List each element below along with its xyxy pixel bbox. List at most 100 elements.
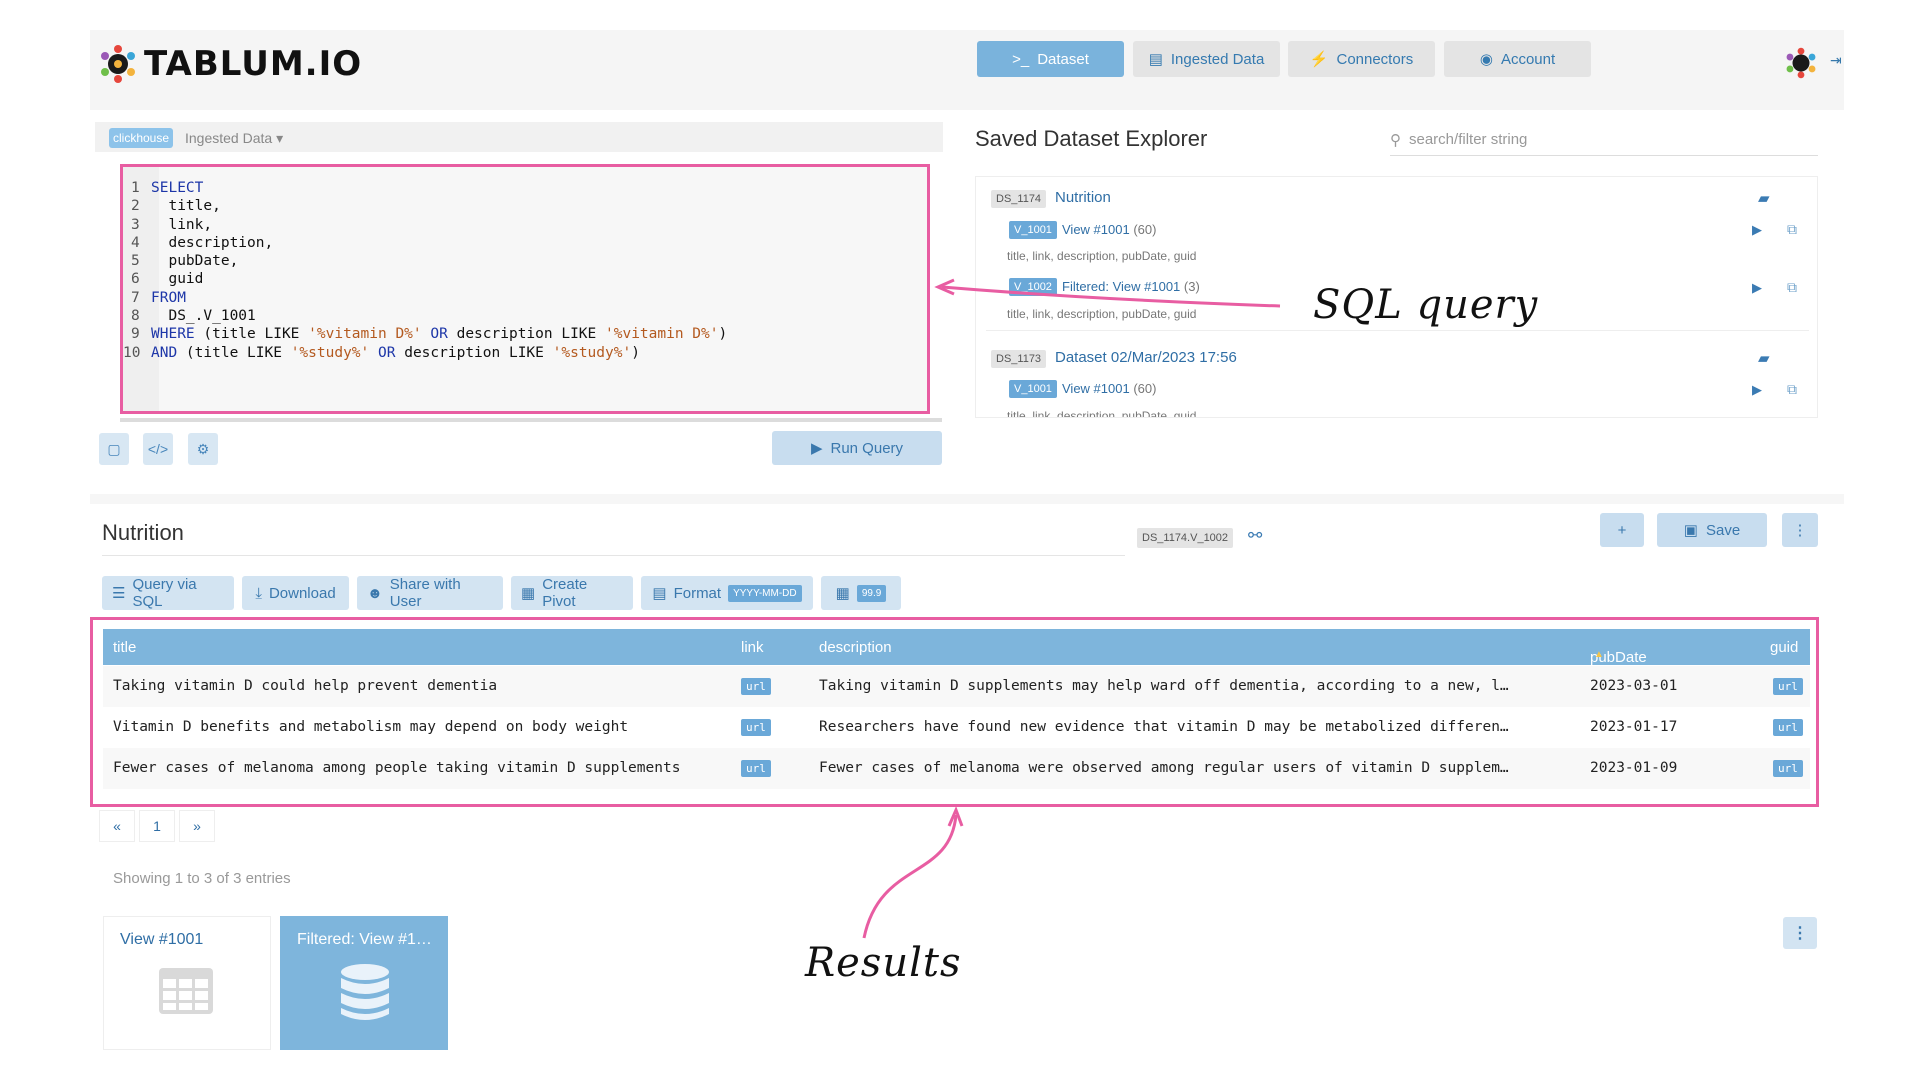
database-icon: ☰ — [112, 585, 126, 602]
dataset-tag: DS_1173 — [991, 350, 1047, 368]
explorer-search[interactable]: ⚲ search/filter string — [1390, 124, 1818, 156]
nav-account-button[interactable]: ◉ Account — [1444, 41, 1591, 77]
divider — [986, 330, 1809, 331]
view-name-text: Filtered: View #1001 — [1062, 279, 1181, 294]
view-columns: title, link, description, pubDate, guid — [1007, 409, 1197, 418]
create-pivot-button[interactable]: ▦ Create Pivot — [511, 576, 633, 610]
add-button[interactable]: + — [1600, 513, 1644, 547]
run-query-button[interactable]: ▶ Run Query — [772, 431, 942, 465]
view-name[interactable]: View #1001 (60) — [1062, 222, 1156, 237]
view-tag: V_1001 — [1009, 221, 1057, 239]
copy-icon[interactable]: ⧉ — [1787, 221, 1797, 238]
brand-logo[interactable]: TABLUM.IO — [98, 44, 362, 84]
folder-icon[interactable]: ▰ — [1758, 349, 1770, 367]
play-icon[interactable]: ▶ — [1752, 222, 1762, 238]
title-underline — [102, 555, 1125, 556]
source-dropdown[interactable]: Ingested Data ▾ — [185, 130, 283, 147]
settings-button[interactable]: ⚙ — [188, 433, 218, 465]
play-icon[interactable]: ▶ — [1752, 280, 1762, 296]
kebab-icon: ⋮ — [1792, 522, 1808, 539]
cards-menu-button[interactable]: ⋮ — [1783, 917, 1817, 949]
download-button[interactable]: ⤓ Download — [242, 576, 349, 610]
view-count: (60) — [1133, 222, 1157, 237]
dataset-name[interactable]: Dataset 02/Mar/2023 17:56 — [1055, 349, 1237, 366]
database-icon — [341, 964, 389, 1020]
save-label: Save — [1705, 521, 1741, 539]
pager-page[interactable]: 1 — [139, 810, 175, 842]
plus-icon: + — [1617, 521, 1627, 539]
view-name[interactable]: Filtered: View #1001 (3) — [1062, 279, 1200, 294]
cell-link[interactable]: url — [741, 719, 771, 736]
query-sql-label: Query via SQL — [132, 576, 197, 610]
column-header-title[interactable]: title — [113, 639, 136, 656]
cell-link[interactable]: url — [741, 678, 771, 695]
copy-icon[interactable]: ⧉ — [1787, 381, 1797, 398]
editor-scrollbar[interactable] — [120, 418, 942, 422]
query-sql-button[interactable]: ☰ Query via SQL — [102, 576, 234, 610]
dataset-tag: DS_1174 — [991, 190, 1047, 208]
line-number: 8 — [131, 308, 140, 325]
cell-link[interactable]: url — [741, 760, 771, 777]
floppy-icon: ▣ — [1683, 522, 1698, 539]
code-format-button[interactable]: </> — [143, 433, 173, 465]
share-label: Share with User — [389, 576, 461, 610]
new-file-button[interactable]: ▢ — [99, 433, 129, 465]
column-header-guid[interactable]: guid — [1770, 639, 1798, 656]
avatar[interactable] — [1784, 46, 1818, 85]
line-number: 7 — [131, 289, 140, 306]
folder-icon[interactable]: ▰ — [1758, 189, 1770, 207]
nav-connectors-button[interactable]: ⚡ Connectors — [1288, 41, 1435, 77]
pager-prev[interactable]: « — [99, 810, 135, 842]
sql-code: 1 SELECT 2 title, 3 link, 4 description, … — [123, 180, 728, 361]
terminal-icon: >_ — [1012, 50, 1030, 68]
cell-guid[interactable]: url — [1773, 678, 1803, 695]
download-label: Download — [268, 584, 336, 602]
column-header-link[interactable]: link — [741, 639, 764, 656]
column-header-description[interactable]: description — [819, 639, 892, 656]
view-name[interactable]: View #1001 (60) — [1062, 381, 1156, 396]
kebab-icon: ⋮ — [1792, 925, 1808, 942]
number-format-button[interactable]: ▦ 99.9 — [821, 576, 901, 610]
result-title: Nutrition — [102, 520, 184, 545]
view-card-title: View #1001 — [120, 931, 204, 948]
view-name-text: View #1001 — [1062, 381, 1130, 396]
dataset-name[interactable]: Nutrition — [1055, 189, 1111, 206]
nav-ingested-label: Ingested Data — [1170, 50, 1265, 68]
nav-ingested-button[interactable]: ▤ Ingested Data — [1133, 41, 1280, 77]
share-button[interactable]: ☻ Share with User — [357, 576, 503, 610]
archive-icon: ▤ — [1148, 51, 1163, 68]
cell-description: Researchers have found new evidence that… — [819, 719, 1509, 735]
play-icon[interactable]: ▶ — [1752, 382, 1762, 398]
cell-guid[interactable]: url — [1773, 719, 1803, 736]
nav-account-label: Account — [1500, 50, 1556, 68]
view-name-text: View #1001 — [1062, 222, 1130, 237]
user-circle-icon: ◉ — [1479, 51, 1493, 68]
more-button[interactable]: ⋮ — [1782, 513, 1818, 547]
view-card-active[interactable]: Filtered: View #1… — [280, 916, 448, 1050]
query-header: clickhouse Ingested Data ▾ — [95, 122, 943, 152]
pivot-label: Create Pivot — [542, 576, 588, 610]
nav-connectors-label: Connectors — [1336, 50, 1414, 68]
line-number: 5 — [131, 253, 140, 270]
copy-icon[interactable]: ⧉ — [1787, 279, 1797, 296]
cell-guid[interactable]: url — [1773, 760, 1803, 777]
sql-editor[interactable]: 1 SELECT 2 title, 3 link, 4 description, … — [120, 164, 930, 414]
view-tag: V_1001 — [1009, 380, 1057, 398]
sort-icon: ▲ — [1594, 649, 1604, 660]
search-icon: ⚲ — [1390, 131, 1401, 149]
entries-info: Showing 1 to 3 of 3 entries — [113, 870, 291, 887]
pager-next[interactable]: » — [179, 810, 215, 842]
sql-query-annotation: SQL query — [1313, 282, 1539, 328]
cell-pubdate: 2023-01-17 — [1590, 719, 1678, 735]
cell-title: Vitamin D benefits and metabolism may de… — [113, 719, 629, 735]
link-icon[interactable]: ⚯ — [1248, 526, 1262, 546]
view-card[interactable]: View #1001 — [103, 916, 271, 1050]
logout-icon[interactable]: ⇥ — [1830, 52, 1842, 69]
nav-dataset-button[interactable]: >_ Dataset — [977, 41, 1124, 77]
format-value: YYYY-MM-DD — [728, 584, 802, 602]
view-card-title: Filtered: View #1… — [297, 931, 432, 948]
cell-title: Taking vitamin D could help prevent deme… — [113, 678, 498, 694]
format-button[interactable]: ▤ Format YYYY-MM-DD — [641, 576, 813, 610]
save-button[interactable]: ▣ Save — [1657, 513, 1767, 547]
table-icon: ▦ — [521, 585, 536, 602]
